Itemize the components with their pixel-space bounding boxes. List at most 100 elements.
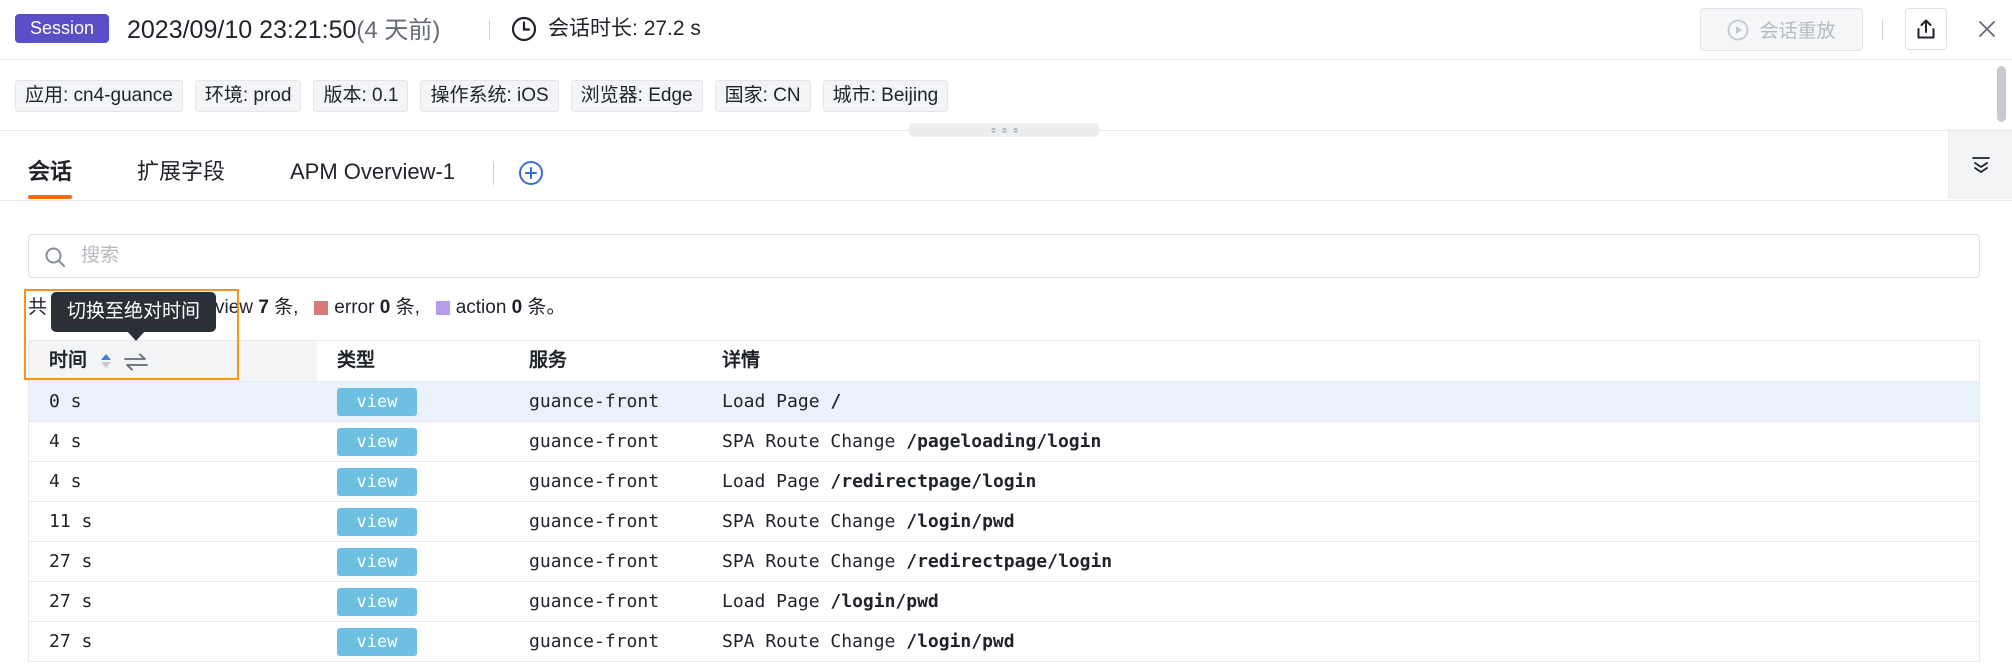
summary-error-count: 0 — [379, 297, 391, 318]
scrollbar-thumb[interactable] — [1997, 66, 2006, 122]
row-time: 11 s — [49, 511, 93, 532]
summary-error-label: error — [334, 297, 375, 318]
share-icon — [1917, 19, 1935, 39]
events-table: 时间 类型 服务 详情 0 s view guance-front Load P… — [28, 340, 1980, 662]
session-tags: 应用: cn4-guance 环境: prod 版本: 0.1 操作系统: iO… — [15, 80, 949, 112]
header-divider — [489, 20, 490, 40]
column-header-service: 服务 — [529, 350, 568, 371]
row-path: /pageloading/login — [906, 431, 1102, 452]
search-box — [28, 234, 1980, 278]
row-path: /login/pwd — [906, 631, 1015, 652]
row-details: Load Page / — [722, 382, 841, 421]
row-time: 27 s — [49, 551, 93, 572]
session-duration: 会话时长: 27.2 s — [548, 16, 701, 42]
row-details: SPA Route Change /login/pwd — [722, 502, 1015, 541]
row-path: / — [830, 391, 842, 412]
type-badge: view — [337, 508, 417, 536]
session-relative-time: (4 天前) — [356, 17, 441, 44]
duration-label: 会话时长: — [548, 17, 638, 40]
session-tag: Session — [15, 14, 110, 43]
table-header: 时间 类型 服务 详情 — [29, 341, 1979, 382]
table-row[interactable]: 4 s view guance-front Load Page /redirec… — [29, 462, 1979, 502]
row-details: SPA Route Change /pageloading/login — [722, 422, 1101, 461]
header-divider-right — [1882, 20, 1883, 40]
row-time: 4 s — [49, 471, 82, 492]
table-row[interactable]: 27 s view guance-front SPA Route Change … — [29, 542, 1979, 582]
error-legend-swatch — [314, 301, 329, 315]
summary-action-count: 0 — [511, 297, 523, 318]
tags-scrollbar[interactable] — [1994, 62, 2008, 128]
tag-city[interactable]: 城市: Beijing — [822, 80, 949, 112]
row-action: SPA Route Change — [722, 631, 896, 652]
active-tab-indicator — [28, 195, 72, 199]
summary-view-count: 7 — [258, 297, 269, 318]
row-path: /redirectpage/login — [906, 551, 1113, 572]
session-replay-label: 会话重放 — [1759, 21, 1836, 42]
panel-toggle-button[interactable] — [1948, 131, 2012, 199]
row-service: guance-front — [529, 631, 660, 652]
tag-os[interactable]: 操作系统: iOS — [420, 80, 559, 112]
table-row[interactable]: 0 s view guance-front Load Page / — [29, 382, 1979, 422]
summary-error-unit: 条, — [395, 297, 420, 318]
session-header: Session 2023/09/10 23:21:50(4 天前) 会话时长: … — [0, 0, 2012, 60]
type-badge: view — [337, 388, 417, 416]
row-action: Load Page — [722, 471, 820, 492]
session-datetime: 2023/09/10 23:21:50(4 天前) — [127, 14, 440, 47]
type-badge: view — [337, 468, 417, 496]
clock-icon — [511, 16, 537, 42]
row-service: guance-front — [529, 471, 660, 492]
tab-extended-fields[interactable]: 扩展字段 — [137, 157, 225, 187]
summary-view-unit: 条, — [274, 297, 299, 318]
row-time: 27 s — [49, 591, 93, 612]
row-time: 0 s — [49, 391, 82, 412]
summary-action-unit: 条。 — [527, 297, 566, 318]
summary-action-label: action — [455, 297, 507, 318]
tag-version[interactable]: 版本: 0.1 — [313, 80, 409, 112]
play-circle-icon — [1728, 19, 1749, 40]
close-icon — [1979, 21, 1995, 37]
row-action: Load Page — [722, 591, 820, 612]
row-service: guance-front — [529, 431, 660, 452]
tag-browser[interactable]: 浏览器: Edge — [570, 80, 703, 112]
session-replay-button[interactable]: 会话重放 — [1700, 8, 1863, 51]
table-row[interactable]: 4 s view guance-front SPA Route Change /… — [29, 422, 1979, 462]
table-row[interactable]: 27 s view guance-front SPA Route Change … — [29, 622, 1979, 662]
action-legend-swatch — [435, 301, 450, 315]
row-service: guance-front — [529, 591, 660, 612]
tag-env[interactable]: 环境: prod — [194, 80, 302, 112]
row-path: /login/pwd — [906, 511, 1015, 532]
session-start-time: 2023/09/10 23:21:50 — [127, 16, 357, 44]
tab-apm-overview[interactable]: APM Overview-1 — [290, 157, 455, 187]
column-header-type: 类型 — [337, 350, 376, 371]
row-path: /login/pwd — [830, 591, 939, 612]
row-path: /redirectpage/login — [830, 471, 1037, 492]
close-button[interactable] — [1972, 14, 2002, 44]
row-service: guance-front — [529, 511, 660, 532]
row-time: 4 s — [49, 431, 82, 452]
table-row[interactable]: 11 s view guance-front SPA Route Change … — [29, 502, 1979, 542]
row-time: 27 s — [49, 631, 93, 652]
search-icon — [45, 247, 65, 267]
row-action: SPA Route Change — [722, 431, 896, 452]
type-badge: view — [337, 548, 417, 576]
add-tab-icon[interactable] — [518, 160, 544, 186]
tag-country[interactable]: 国家: CN — [714, 80, 811, 112]
export-button[interactable] — [1905, 8, 1947, 50]
tag-app[interactable]: 应用: cn4-guance — [15, 80, 183, 112]
table-row[interactable]: 27 s view guance-front Load Page /login/… — [29, 582, 1979, 622]
row-service: guance-front — [529, 391, 660, 412]
search-input[interactable] — [81, 240, 1961, 272]
type-badge: view — [337, 588, 417, 616]
tab-session[interactable]: 会话 — [28, 157, 72, 187]
row-details: Load Page /redirectpage/login — [722, 462, 1036, 501]
row-action: Load Page — [722, 391, 820, 412]
collapse-icon — [1971, 157, 1990, 173]
tab-divider — [493, 161, 494, 185]
column-header-details: 详情 — [722, 350, 761, 371]
row-service: guance-front — [529, 551, 660, 572]
type-badge: view — [337, 628, 417, 656]
duration-value: 27.2 s — [643, 17, 701, 40]
row-details: SPA Route Change /login/pwd — [722, 622, 1015, 661]
row-action: SPA Route Change — [722, 551, 896, 572]
detail-tabs: 会话 扩展字段 APM Overview-1 — [0, 131, 2012, 201]
